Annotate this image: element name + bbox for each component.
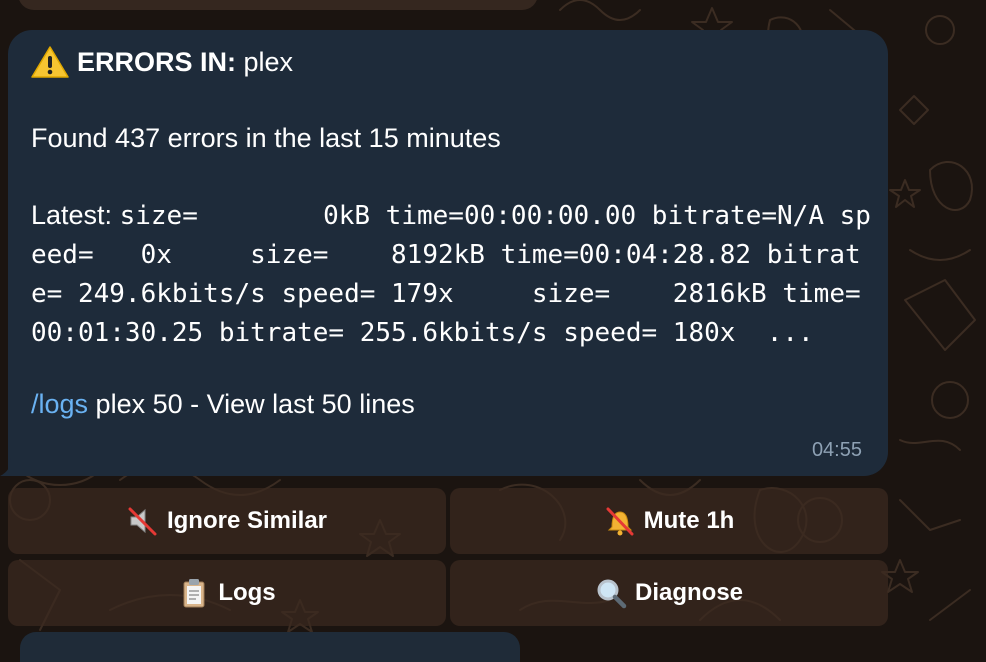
mute-1h-button[interactable]: Mute 1h (450, 488, 888, 554)
muted-speaker-icon (128, 507, 157, 536)
ignore-similar-button[interactable]: Ignore Similar (8, 488, 446, 554)
command-hint: /logs plex 50 - View last 50 lines (31, 386, 866, 422)
next-message-edge (20, 632, 520, 662)
message-timestamp: 04:55 (811, 439, 862, 461)
diagnose-label: Diagnose (634, 579, 744, 606)
message-title: ERRORS IN: plex (31, 44, 866, 80)
logs-button[interactable]: Logs (8, 560, 446, 626)
bubble-tail (0, 458, 20, 476)
logs-command-link[interactable]: /logs (31, 389, 88, 419)
previous-message-edge (18, 0, 538, 10)
diagnose-button[interactable]: Diagnose (450, 560, 888, 626)
latest-label: Latest: (31, 200, 113, 230)
alert-message-bubble: ERRORS IN: plex Found 437 errors in the … (8, 30, 888, 476)
latest-log-text: size= 0kB time=00:00:00.00 bitrate=N/A s… (31, 201, 871, 348)
magnifier-icon (597, 579, 627, 609)
title-service: plex (243, 47, 294, 77)
bell-slash-icon (606, 507, 634, 536)
mute-1h-label: Mute 1h (643, 507, 735, 534)
latest-log-block: Latest: size= 0kB time=00:00:00.00 bitra… (31, 196, 871, 352)
warning-icon (31, 46, 69, 78)
clipboard-icon (183, 579, 205, 608)
command-description: plex 50 - View last 50 lines (88, 389, 415, 419)
title-prefix: ERRORS IN: (77, 47, 237, 77)
ignore-similar-label: Ignore Similar (166, 507, 328, 534)
error-summary: Found 437 errors in the last 15 minutes (31, 123, 501, 153)
logs-label: Logs (218, 579, 276, 606)
